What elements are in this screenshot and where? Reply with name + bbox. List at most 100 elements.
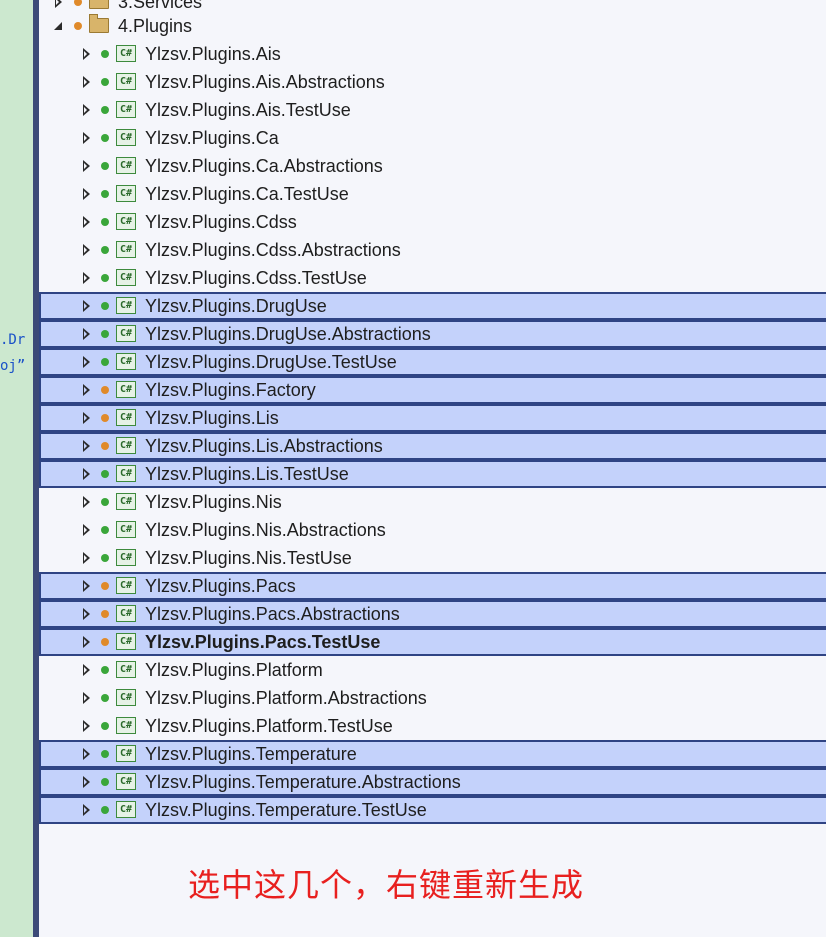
collapse-chevron-icon[interactable] (54, 22, 62, 30)
project-row[interactable]: C# Ylzsv.Plugins.Ais.TestUse (39, 96, 826, 124)
csharp-project-icon: C# (116, 773, 136, 790)
csharp-project-icon: C# (116, 241, 136, 258)
expand-chevron-icon[interactable] (83, 664, 90, 676)
expand-chevron-icon[interactable] (83, 188, 90, 200)
expand-chevron-icon[interactable] (83, 524, 90, 536)
status-dot-icon (101, 106, 109, 114)
project-row[interactable]: C# Ylzsv.Plugins.Pacs (39, 572, 826, 600)
csharp-project-icon: C# (116, 745, 136, 762)
expand-chevron-icon[interactable] (83, 356, 90, 368)
csharp-project-icon: C# (116, 521, 136, 538)
csharp-project-icon: C# (116, 297, 136, 314)
expand-chevron-icon[interactable] (83, 384, 90, 396)
project-row[interactable]: C# Ylzsv.Plugins.Nis.Abstractions (39, 516, 826, 544)
expand-chevron-icon[interactable] (83, 76, 90, 88)
project-label: Ylzsv.Plugins.Pacs (145, 576, 296, 596)
expand-chevron-icon[interactable] (83, 300, 90, 312)
project-row[interactable]: C# Ylzsv.Plugins.Platform.Abstractions (39, 684, 826, 712)
project-row[interactable]: C# Ylzsv.Plugins.Lis.TestUse (39, 460, 826, 488)
expand-chevron-icon[interactable] (83, 720, 90, 732)
project-label: Ylzsv.Plugins.Cdss.Abstractions (145, 240, 401, 260)
status-dot-icon (74, 0, 82, 6)
tree-folder-row[interactable]: 4.Plugins (39, 12, 826, 40)
project-row[interactable]: C# Ylzsv.Plugins.Ais.Abstractions (39, 68, 826, 96)
project-label: Ylzsv.Plugins.Lis.TestUse (145, 464, 349, 484)
code-fragment: .Dr (0, 332, 26, 348)
status-dot-icon (101, 162, 109, 170)
expand-chevron-icon[interactable] (83, 608, 90, 620)
project-label: Ylzsv.Plugins.Factory (145, 380, 316, 400)
csharp-project-icon: C# (116, 157, 136, 174)
status-dot-icon (101, 358, 109, 366)
project-row[interactable]: C# Ylzsv.Plugins.Platform.TestUse (39, 712, 826, 740)
project-row[interactable]: C# Ylzsv.Plugins.Temperature (39, 740, 826, 768)
project-row[interactable]: C# Ylzsv.Plugins.DrugUse.Abstractions (39, 320, 826, 348)
csharp-project-icon: C# (116, 437, 136, 454)
project-row[interactable]: C# Ylzsv.Plugins.Pacs.Abstractions (39, 600, 826, 628)
expand-chevron-icon[interactable] (83, 160, 90, 172)
expand-chevron-icon[interactable] (83, 440, 90, 452)
expand-chevron-icon[interactable] (83, 776, 90, 788)
project-row[interactable]: C# Ylzsv.Plugins.Ca (39, 124, 826, 152)
csharp-project-icon: C# (116, 577, 136, 594)
csharp-project-icon: C# (116, 353, 136, 370)
project-label: Ylzsv.Plugins.Platform.Abstractions (145, 688, 427, 708)
project-row[interactable]: C# Ylzsv.Plugins.Lis (39, 404, 826, 432)
project-row[interactable]: C# Ylzsv.Plugins.Temperature.TestUse (39, 796, 826, 824)
expand-chevron-icon[interactable] (83, 244, 90, 256)
project-row[interactable]: C# Ylzsv.Plugins.Temperature.Abstractions (39, 768, 826, 796)
expand-chevron-icon[interactable] (83, 328, 90, 340)
expand-chevron-icon[interactable] (83, 496, 90, 508)
expand-chevron-icon[interactable] (83, 552, 90, 564)
code-editor-edge: .Dr oj” (0, 0, 33, 937)
csharp-project-icon: C# (116, 45, 136, 62)
expand-chevron-icon[interactable] (83, 272, 90, 284)
status-dot-icon (101, 414, 109, 422)
project-label: Ylzsv.Plugins.Cdss.TestUse (145, 268, 367, 288)
project-label: Ylzsv.Plugins.Temperature.Abstractions (145, 772, 461, 792)
project-row[interactable]: C# Ylzsv.Plugins.Cdss (39, 208, 826, 236)
project-row[interactable]: C# Ylzsv.Plugins.Lis.Abstractions (39, 432, 826, 460)
project-row[interactable]: C# Ylzsv.Plugins.Cdss.TestUse (39, 264, 826, 292)
expand-chevron-icon[interactable] (83, 692, 90, 704)
expand-chevron-icon[interactable] (83, 748, 90, 760)
expand-chevron-icon[interactable] (83, 48, 90, 60)
project-row[interactable]: C# Ylzsv.Plugins.Ca.Abstractions (39, 152, 826, 180)
expand-chevron-icon[interactable] (83, 468, 90, 480)
project-label: Ylzsv.Plugins.Pacs.Abstractions (145, 604, 400, 624)
csharp-project-icon: C# (116, 493, 136, 510)
csharp-project-icon: C# (116, 549, 136, 566)
project-row[interactable]: C# Ylzsv.Plugins.Pacs.TestUse (39, 628, 826, 656)
project-row[interactable]: C# Ylzsv.Plugins.Ca.TestUse (39, 180, 826, 208)
status-dot-icon (101, 442, 109, 450)
expand-chevron-icon[interactable] (83, 216, 90, 228)
expand-chevron-icon[interactable] (83, 412, 90, 424)
csharp-project-icon: C# (116, 801, 136, 818)
project-label: Ylzsv.Plugins.Platform (145, 660, 323, 680)
csharp-project-icon: C# (116, 381, 136, 398)
project-row[interactable]: C# Ylzsv.Plugins.Factory (39, 376, 826, 404)
project-row[interactable]: C# Ylzsv.Plugins.Nis.TestUse (39, 544, 826, 572)
status-dot-icon (101, 694, 109, 702)
csharp-project-icon: C# (116, 325, 136, 342)
project-label: Ylzsv.Plugins.DrugUse.Abstractions (145, 324, 431, 344)
expand-chevron-icon[interactable] (83, 580, 90, 592)
expand-chevron-icon[interactable] (55, 0, 62, 8)
folder-icon (89, 14, 109, 33)
project-label: Ylzsv.Plugins.Nis.Abstractions (145, 520, 386, 540)
project-row[interactable]: C# Ylzsv.Plugins.Cdss.Abstractions (39, 236, 826, 264)
project-row[interactable]: C# Ylzsv.Plugins.Nis (39, 488, 826, 516)
status-dot-icon (101, 498, 109, 506)
project-row[interactable]: C# Ylzsv.Plugins.Ais (39, 40, 826, 68)
expand-chevron-icon[interactable] (83, 636, 90, 648)
project-row[interactable]: C# Ylzsv.Plugins.DrugUse (39, 292, 826, 320)
expand-chevron-icon[interactable] (83, 132, 90, 144)
project-row[interactable]: C# Ylzsv.Plugins.Platform (39, 656, 826, 684)
expand-chevron-icon[interactable] (83, 804, 90, 816)
project-row[interactable]: C# Ylzsv.Plugins.DrugUse.TestUse (39, 348, 826, 376)
status-dot-icon (74, 22, 82, 30)
csharp-project-icon: C# (116, 129, 136, 146)
project-label: Ylzsv.Plugins.Temperature.TestUse (145, 800, 427, 820)
csharp-project-icon: C# (116, 717, 136, 734)
expand-chevron-icon[interactable] (83, 104, 90, 116)
